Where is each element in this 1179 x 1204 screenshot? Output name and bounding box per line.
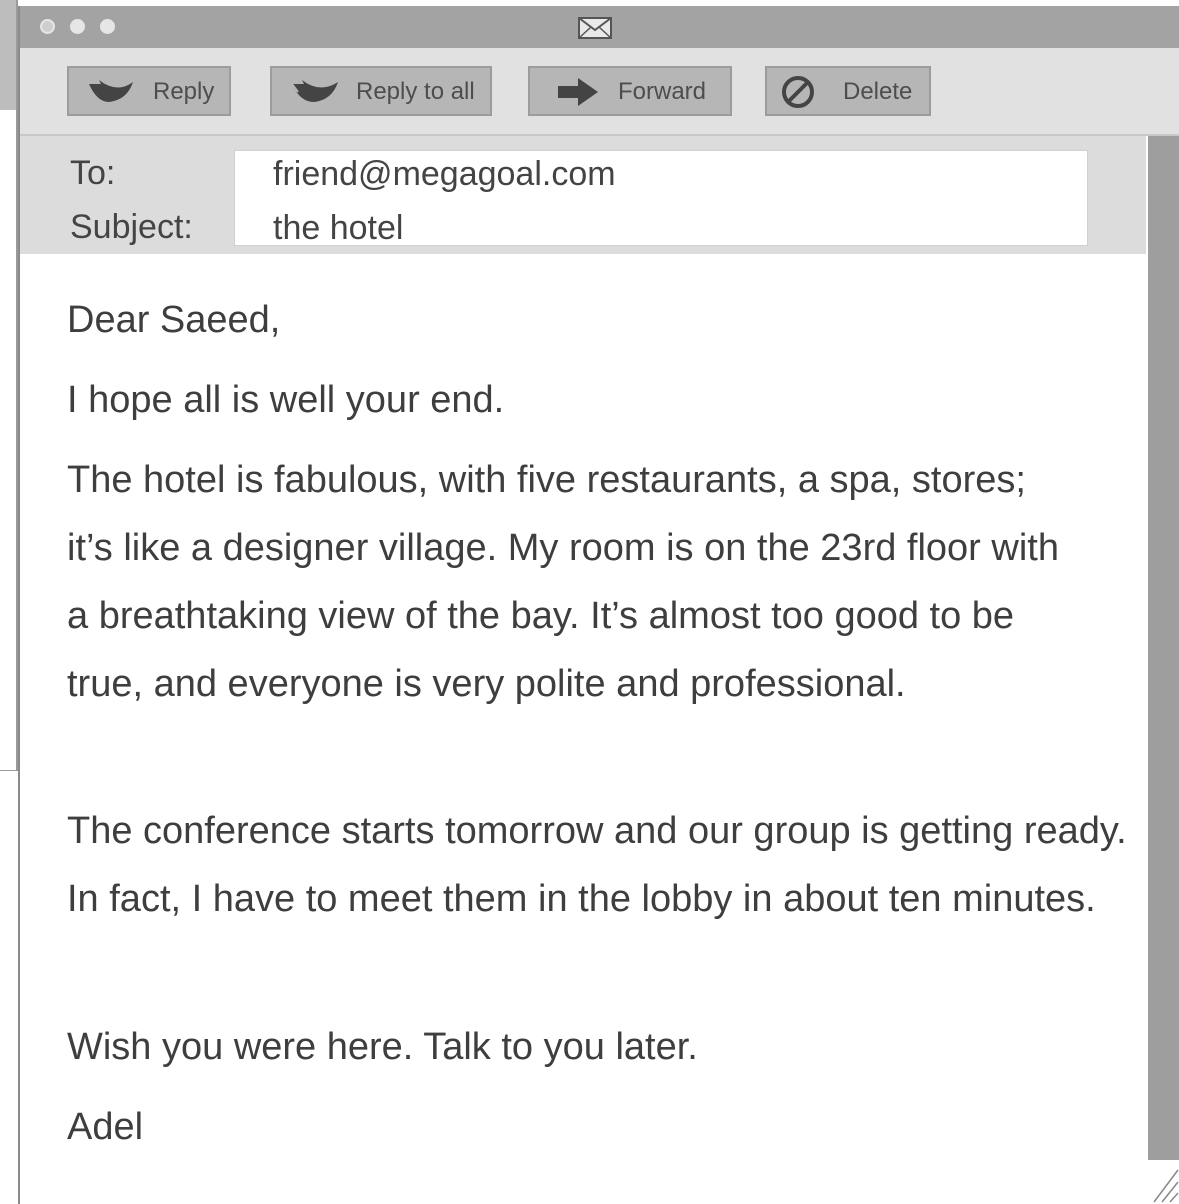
reply-all-button[interactable]: Reply to all [270, 66, 492, 116]
forward-button-label: Forward [618, 78, 707, 105]
no-entry-icon [782, 76, 814, 108]
resize-grip-icon[interactable] [1152, 1166, 1179, 1204]
background-window [0, 0, 18, 771]
email-screen: Reply Reply to all Forward Delete To: Su… [0, 0, 1179, 1204]
subject-field[interactable]: the hotel [273, 209, 403, 248]
subject-label: Subject: [70, 208, 193, 246]
reply-button-label: Reply [153, 78, 215, 105]
background-window-titlebar [0, 0, 16, 110]
email-toolbar: Reply Reply to all Forward Delete [20, 48, 1179, 136]
scrollbar[interactable] [1148, 136, 1179, 1160]
message-header: To: Subject: friend@megagoal.com the hot… [20, 136, 1146, 254]
reply-all-button-label: Reply to all [356, 78, 475, 105]
envelope-icon [578, 17, 612, 39]
window-minimize-dot[interactable] [70, 19, 85, 34]
message-greeting: Dear Saeed, [67, 299, 281, 341]
reply-button[interactable]: Reply [67, 66, 231, 116]
message-signature: Adel [67, 1106, 144, 1148]
message-closing: Wish you were here. Talk to you later. [67, 1026, 698, 1068]
window-close-dot[interactable] [40, 19, 55, 34]
forward-button[interactable]: Forward [528, 66, 732, 116]
reply-arrow-icon [89, 80, 133, 102]
delete-button-label: Delete [843, 78, 913, 105]
delete-button[interactable]: Delete [765, 66, 931, 116]
message-paragraph: The conference starts tomorrow and our g… [67, 810, 1127, 920]
window-titlebar[interactable] [20, 6, 1179, 48]
to-label: To: [70, 154, 116, 192]
message-opening: I hope all is well your end. [67, 379, 505, 421]
message-paragraph: The hotel is fabulous, with five restaur… [67, 459, 1059, 705]
window-maximize-dot[interactable] [100, 19, 115, 34]
reply-all-arrow-icon [291, 80, 338, 102]
header-fields: friend@megagoal.com the hotel [234, 150, 1088, 248]
to-field[interactable]: friend@megagoal.com [273, 155, 616, 194]
email-window: Reply Reply to all Forward Delete To: Su… [18, 6, 1179, 1204]
forward-arrow-icon [558, 78, 598, 106]
